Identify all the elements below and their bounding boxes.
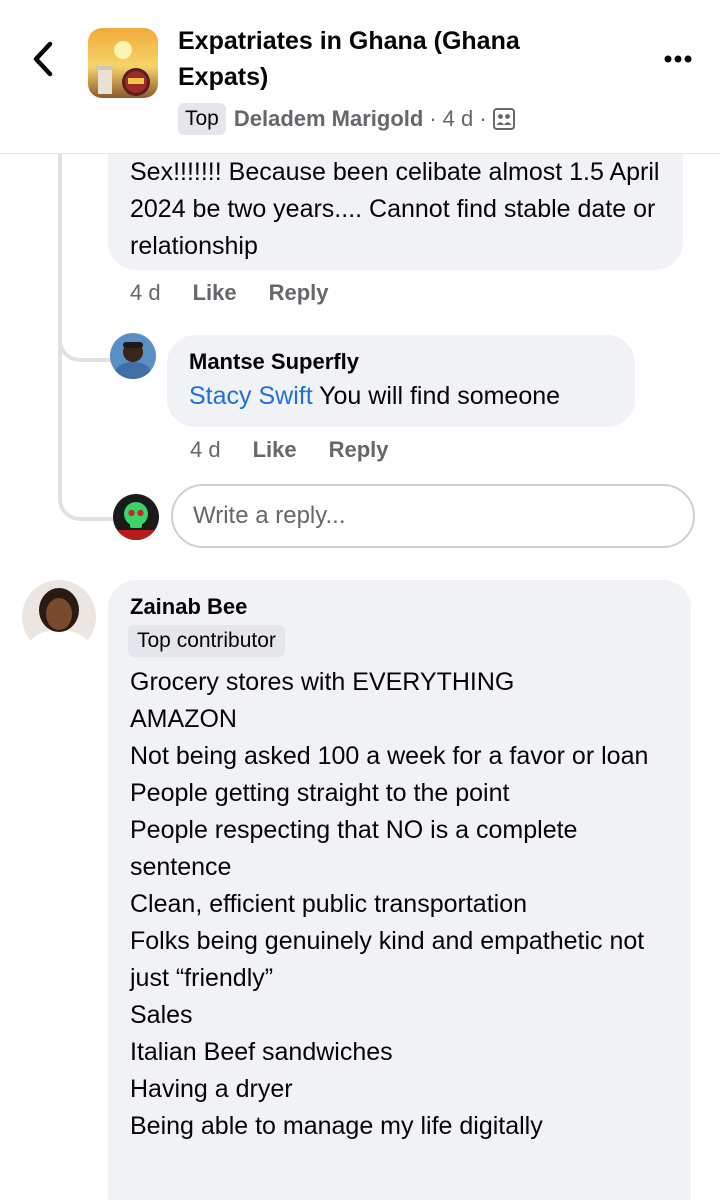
comment-time: 4 d [130, 280, 161, 305]
comment-text: Grocery stores with EVERYTHING AMAZON No… [130, 664, 680, 1145]
separator: · [479, 106, 487, 131]
group-avatar[interactable] [88, 28, 158, 98]
group-title-continued[interactable]: Expats) [178, 60, 268, 94]
comment-bubble: Zainab Bee Top contributor Grocery store… [108, 580, 691, 1200]
group-title[interactable]: Expatriates in Ghana (Ghana [178, 24, 520, 58]
like-button[interactable]: Like [253, 437, 297, 463]
comment-text: Sex!!!!!!! Because been celibate almost … [130, 158, 660, 260]
comment-line: Folks being genuinely kind and empatheti… [130, 927, 645, 992]
like-button[interactable]: Like [193, 280, 237, 306]
avatar[interactable] [110, 333, 156, 379]
comment-line: Not being asked 100 a week for a favor o… [130, 742, 649, 770]
comment-line: People respecting that NO is a complete … [130, 816, 578, 881]
commenter-name[interactable]: Mantse Superfly [189, 349, 359, 375]
group-members-icon [492, 108, 515, 130]
thread-connector [58, 460, 114, 521]
comment-line: Being able to manage my life digitally [130, 1112, 543, 1140]
comment-text: Stacy Swift You will find someone [189, 382, 560, 411]
avatar[interactable] [22, 580, 96, 654]
post-author[interactable]: Deladem Marigold [234, 106, 423, 132]
reply-button[interactable]: Reply [269, 280, 329, 306]
commenter-name[interactable]: Zainab Bee [130, 594, 247, 620]
comment-line: Having a dryer [130, 1075, 293, 1103]
mention-link[interactable]: Stacy Swift [189, 382, 313, 410]
separator: · [429, 106, 437, 131]
comment-actions: 4 d Like Reply [130, 280, 329, 306]
comment-actions: 4 d Like Reply [190, 437, 389, 463]
more-options-icon[interactable] [660, 44, 696, 74]
comment-bubble: Sex!!!!!!! Because been celibate almost … [108, 140, 683, 270]
back-arrow-icon[interactable] [26, 38, 62, 80]
post-time[interactable]: 4 d [443, 106, 474, 132]
top-contributor-badge: Top contributor [128, 625, 285, 657]
comment-time: 4 d [190, 437, 221, 462]
comment-line: Sales [130, 1001, 193, 1029]
top-filter-chip[interactable]: Top [178, 103, 226, 135]
comment-line: Grocery stores with EVERYTHING [130, 668, 515, 696]
post-header: Expatriates in Ghana (Ghana Expats) Top … [0, 0, 720, 154]
comment-body: You will find someone [312, 382, 561, 410]
comment-line: People getting straight to the point [130, 779, 510, 807]
post-meta: Top Deladem Marigold · 4 d · [178, 101, 515, 137]
comment-line: Clean, efficient public transportation [130, 890, 527, 918]
comment-bubble: Mantse Superfly Stacy Swift You will fin… [167, 335, 635, 427]
current-user-avatar [113, 494, 159, 540]
comment-line: Italian Beef sandwiches [130, 1038, 393, 1066]
reply-button[interactable]: Reply [329, 437, 389, 463]
reply-input[interactable]: Write a reply... [171, 484, 695, 548]
comment-line: AMAZON [130, 705, 237, 733]
thread-connector [58, 300, 114, 362]
